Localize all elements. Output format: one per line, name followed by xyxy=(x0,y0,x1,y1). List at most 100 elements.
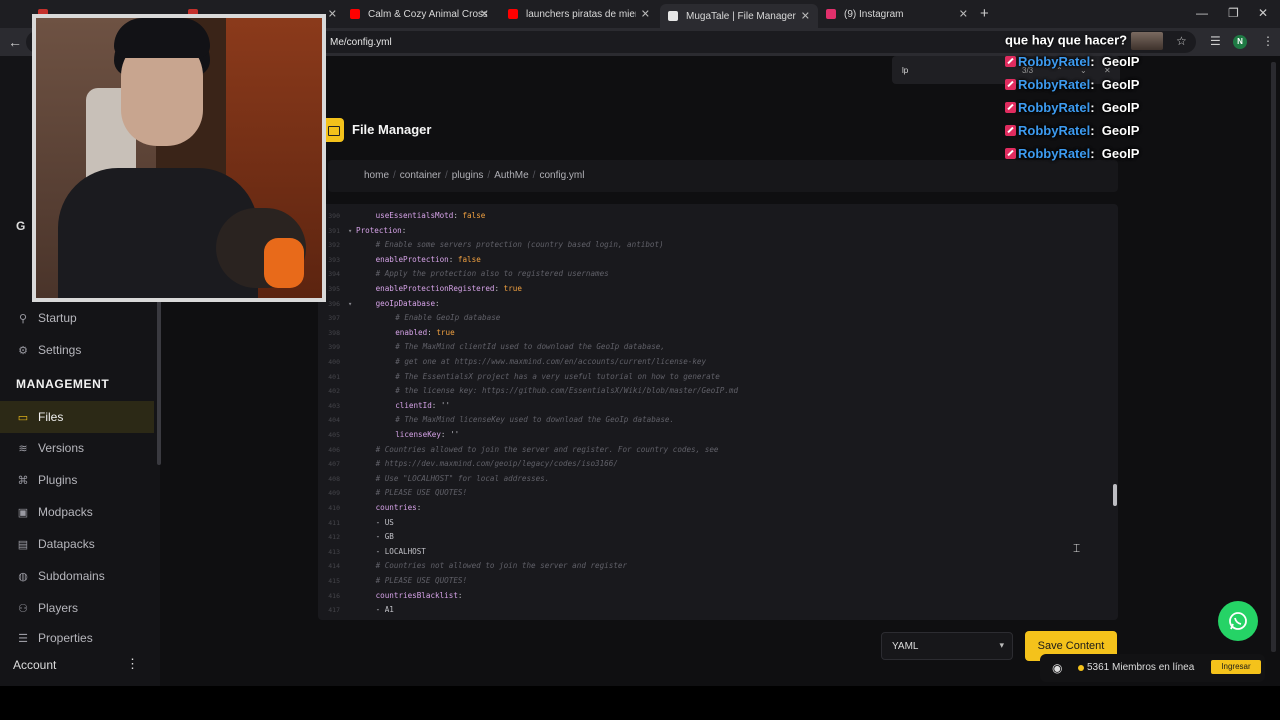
breadcrumb-item[interactable]: container xyxy=(400,170,441,181)
breadcrumb-item[interactable]: AuthMe xyxy=(494,170,528,181)
sidebar-item-subdomains[interactable]: ◍ Subdomains xyxy=(16,566,105,586)
close-window-icon[interactable]: ✕ xyxy=(1258,6,1268,20)
code-line[interactable]: 399 # The MaxMind clientId used to downlo… xyxy=(318,340,1118,354)
account-menu-icon[interactable]: ⋮ xyxy=(126,656,139,672)
close-tab-icon[interactable]: ✕ xyxy=(959,8,968,21)
sidebar-item-startup[interactable]: ⚲ Startup xyxy=(16,308,77,328)
browser-tab[interactable]: (9) Instagram ✕ xyxy=(818,4,976,24)
sidebar-item-files[interactable]: ▭ Files xyxy=(0,401,154,433)
code-punctuation: : xyxy=(457,590,463,600)
code-line[interactable]: 396 ▾ geoIpDatabase: xyxy=(318,297,1118,311)
sidebar-item-datapacks[interactable]: ▤ Datapacks xyxy=(16,534,95,554)
mugatale-icon xyxy=(668,11,678,21)
whatsapp-button[interactable] xyxy=(1218,601,1258,641)
code-text: # Countries not allowed to join the serv… xyxy=(376,559,627,573)
list-icon: ☰ xyxy=(18,632,28,645)
globe-icon: ◍ xyxy=(18,570,28,583)
code-line[interactable]: 404 # The MaxMind licenseKey used to down… xyxy=(318,413,1118,427)
code-text: # PLEASE USE QUOTES! xyxy=(376,486,467,500)
code-line[interactable]: 392 # Enable some servers protection (cou… xyxy=(318,238,1118,252)
breadcrumb-separator: / xyxy=(532,170,536,181)
page-title: File Manager xyxy=(352,122,432,137)
code-line[interactable]: 403 clientId: '' xyxy=(318,399,1118,413)
code-line[interactable]: 409 # PLEASE USE QUOTES! xyxy=(318,486,1118,500)
code-line[interactable]: 400 # get one at https://www.maxmind.com/… xyxy=(318,355,1118,369)
browser-tab[interactable]: Calm & Cozy Animal Crossing ✕ xyxy=(342,4,497,24)
code-text: # The EssentialsX project has a very use… xyxy=(395,370,720,384)
code-punctuation: : xyxy=(435,298,440,308)
code-line[interactable]: 401 # The EssentialsX project has a very … xyxy=(318,370,1118,384)
language-select[interactable]: YAML ▾ xyxy=(881,632,1013,660)
close-tab-icon[interactable]: ✕ xyxy=(328,8,337,21)
bottom-bar xyxy=(0,686,1280,720)
close-tab-icon[interactable]: ✕ xyxy=(641,8,650,21)
sidebar-item-properties[interactable]: ☰ Properties xyxy=(16,630,93,646)
code-line[interactable]: 405 licenseKey: '' xyxy=(318,428,1118,442)
sidebar-scrollbar[interactable] xyxy=(157,300,161,465)
webcam-plush xyxy=(264,238,304,288)
line-number: 399 xyxy=(328,343,340,352)
code-line[interactable]: 411 - US xyxy=(318,516,1118,530)
code-line[interactable]: 393 enableProtection: false xyxy=(318,253,1118,267)
code-line[interactable]: 417 - A1 xyxy=(318,603,1118,617)
code-line[interactable]: 402 # the license key: https://github.com… xyxy=(318,384,1118,398)
code-comment: # Enable some servers protection (countr… xyxy=(375,240,664,250)
browser-tab-active[interactable]: MugaTale | File Manager ✕ xyxy=(660,4,818,28)
code-line[interactable]: 395 enableProtectionRegistered: true xyxy=(318,282,1118,296)
fold-chevron-icon[interactable]: ▾ xyxy=(348,297,352,311)
code-line[interactable]: 415 # PLEASE USE QUOTES! xyxy=(318,574,1118,588)
code-line[interactable]: 407 # https://dev.maxmind.com/geoip/legac… xyxy=(318,457,1118,471)
code-text: enabled: true xyxy=(395,326,454,340)
sidebar-item-settings[interactable]: ⚙ Settings xyxy=(16,340,81,360)
breadcrumb-item[interactable]: home xyxy=(364,170,389,181)
code-line[interactable]: 414 # Countries not allowed to join the s… xyxy=(318,559,1118,573)
code-comment: # the license key: https://github.com/Es… xyxy=(395,386,739,396)
code-text: countries: xyxy=(376,501,422,515)
chat-badge-icon xyxy=(1005,125,1016,136)
sidebar-item-players[interactable]: ⚇ Players xyxy=(16,598,78,618)
online-dot xyxy=(1078,665,1084,671)
code-line[interactable]: 412 - GB xyxy=(318,530,1118,544)
back-arrow-icon[interactable]: ← xyxy=(8,34,22,50)
code-line[interactable]: 416 countriesBlacklist: xyxy=(318,589,1118,603)
code-comment: # Use "LOCALHOST" for local addresses. xyxy=(375,473,550,483)
code-line[interactable]: 390 useEssentialsMotd: false xyxy=(318,209,1118,223)
minimize-icon[interactable]: — xyxy=(1196,6,1208,20)
code-line[interactable]: 406 # Countries allowed to join the serve… xyxy=(318,443,1118,457)
new-tab-button[interactable]: + xyxy=(980,5,989,22)
sidebar-item-versions[interactable]: ≋ Versions xyxy=(16,438,84,458)
extensions-icon[interactable]: ☰ xyxy=(1210,34,1221,48)
profile-avatar[interactable]: N xyxy=(1233,35,1247,49)
code-line[interactable]: 398 enabled: true xyxy=(318,326,1118,340)
line-number: 417 xyxy=(328,606,340,615)
page-scrollbar[interactable] xyxy=(1271,62,1276,652)
fold-chevron-icon[interactable]: ▾ xyxy=(348,224,352,238)
box-icon: ▣ xyxy=(17,506,29,519)
sidebar-item-modpacks[interactable]: ▣ Modpacks xyxy=(16,502,93,522)
code-line[interactable]: 410 countries: xyxy=(318,501,1118,515)
breadcrumb-item[interactable]: plugins xyxy=(452,170,484,181)
maximize-icon[interactable]: ❐ xyxy=(1228,6,1239,20)
mouse-cursor: ⌶ xyxy=(1073,541,1081,555)
browser-menu-icon[interactable]: ⋮ xyxy=(1262,34,1274,48)
code-line[interactable]: 394 # Apply the protection also to regist… xyxy=(318,267,1118,281)
discord-join-button[interactable]: Ingresar xyxy=(1211,660,1261,674)
editor-scrollbar[interactable] xyxy=(1113,484,1117,506)
browser-tab[interactable]: launchers piratas de mienccraf ✕ xyxy=(500,4,658,24)
code-line[interactable]: 391 ▾ Protection: xyxy=(318,224,1118,238)
find-input[interactable]: lp xyxy=(902,66,908,75)
code-line[interactable]: 413 - LOCALHOST xyxy=(318,545,1118,559)
sidebar-item-plugins[interactable]: ⌘ Plugins xyxy=(16,470,78,490)
close-tab-icon[interactable]: ✕ xyxy=(801,10,810,23)
code-editor[interactable]: 390 useEssentialsMotd: false 391 ▾ Protectio… xyxy=(318,204,1118,620)
code-punctuation: : xyxy=(416,503,422,512)
close-tab-icon[interactable]: ✕ xyxy=(480,8,489,21)
star-icon[interactable]: ☆ xyxy=(1176,34,1187,48)
code-line[interactable]: 397 # Enable GeoIp database xyxy=(318,311,1118,325)
code-line[interactable]: 408 # Use "LOCALHOST" for local addresses… xyxy=(318,472,1118,486)
account-label[interactable]: Account xyxy=(13,658,56,672)
gear-icon: ⚙ xyxy=(18,344,28,357)
section-heading-management: MANAGEMENT xyxy=(16,377,110,391)
url-text[interactable]: Me/config.yml xyxy=(330,37,392,48)
line-number: 413 xyxy=(328,547,340,556)
